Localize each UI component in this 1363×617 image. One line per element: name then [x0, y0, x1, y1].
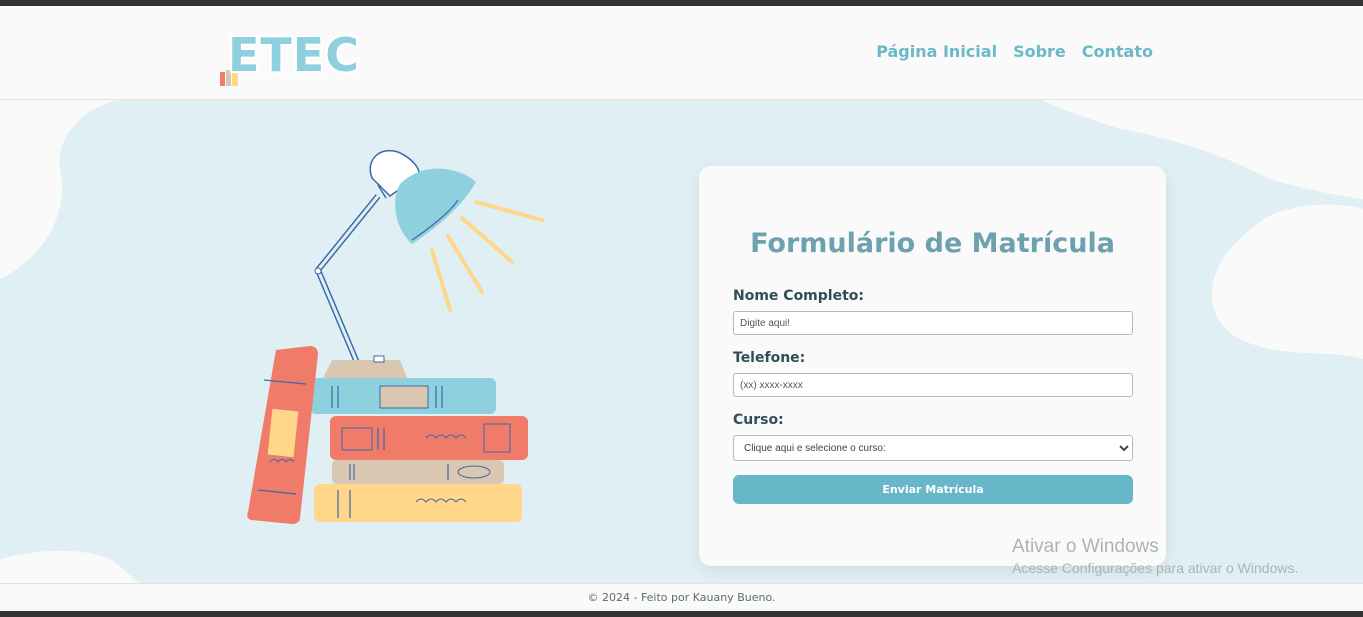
course-label: Curso: [733, 412, 784, 428]
name-input[interactable] [733, 311, 1133, 335]
logo-text: ETEC [228, 28, 360, 82]
nav-link-contact[interactable]: Contato [1082, 42, 1153, 61]
name-label: Nome Completo: [733, 288, 864, 304]
nav-link-home[interactable]: Página Inicial [876, 42, 997, 61]
main-nav: Página Inicial Sobre Contato [876, 42, 1153, 61]
phone-label: Telefone: [733, 350, 806, 366]
phone-input[interactable] [733, 373, 1133, 397]
footer-copyright: © 2024 - Feito por Kauany Bueno. [587, 591, 776, 604]
watermark-title: Ativar o Windows [1012, 536, 1159, 557]
form-title: Formulário de Matrícula [750, 228, 1115, 259]
nav-link-about[interactable]: Sobre [1013, 42, 1066, 61]
windows-activation-watermark: Ativar o Windows Acesse Configurações pa… [1012, 536, 1298, 576]
submit-enrollment-button[interactable]: Enviar Matrícula [733, 475, 1133, 504]
site-footer: © 2024 - Feito por Kauany Bueno. [0, 583, 1363, 612]
watermark-subtitle: Acesse Configurações para ativar o Windo… [1012, 560, 1299, 576]
site-header: ETEC Página Inicial Sobre Contato [0, 6, 1363, 100]
etec-logo[interactable]: ETEC [218, 28, 360, 92]
taskbar-strip [0, 611, 1363, 617]
lamp-and-books-illustration [247, 149, 544, 524]
enrollment-form-card: Formulário de Matrícula Nome Completo: T… [699, 166, 1166, 566]
course-select[interactable]: Clique aqui e selecione o curso: [733, 435, 1133, 461]
